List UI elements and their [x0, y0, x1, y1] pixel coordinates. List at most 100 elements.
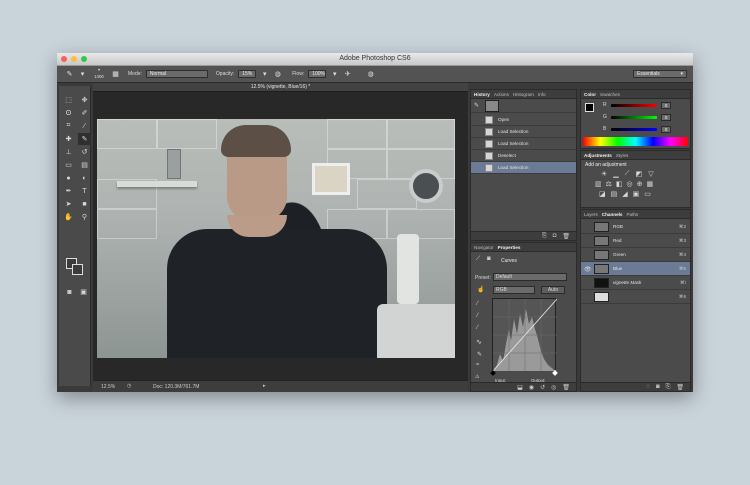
tab-styles[interactable]: Styles [616, 151, 629, 159]
airbrush-icon[interactable]: ✈ [343, 70, 352, 79]
eyedropper-gray-icon[interactable]: ⁄ [477, 313, 478, 319]
tab-history[interactable]: History [474, 90, 490, 98]
brush-size-preset[interactable]: • 1400 [91, 68, 107, 80]
channel-row[interactable]: vignette Mask ⌘\ [581, 276, 690, 290]
color-balance-icon[interactable]: ⚖ [606, 180, 612, 188]
white-point-slider[interactable] [552, 370, 558, 376]
status-info-icon[interactable]: ◷ [127, 383, 131, 389]
posterize-icon[interactable]: ▤ [611, 190, 618, 198]
channel-mixer-icon[interactable]: ⊕ [637, 180, 643, 188]
path-selection-tool-icon[interactable]: ➤ [62, 198, 75, 210]
pen-tool-icon[interactable]: ✒ [62, 185, 75, 197]
healing-brush-tool-icon[interactable]: ✚ [62, 133, 75, 145]
history-item-selected[interactable]: Load Selection [471, 162, 576, 174]
b-value[interactable]: 0 [661, 126, 671, 133]
trash-icon[interactable]: 🗑 [562, 233, 570, 240]
history-brush-icon[interactable]: ✎ [474, 102, 479, 109]
quick-select-tool-icon[interactable]: ✐ [78, 107, 91, 119]
g-value[interactable]: 0 [661, 114, 671, 121]
load-selection-icon[interactable]: ◌ [646, 384, 650, 390]
color-lookup-icon[interactable]: ▦ [647, 180, 654, 188]
background-color-swatch[interactable] [72, 264, 83, 275]
save-selection-icon[interactable]: ◙ [656, 384, 660, 390]
brush-tool-icon[interactable]: ✎ [65, 70, 74, 79]
history-item[interactable]: Open [471, 114, 576, 126]
history-item[interactable]: Load Selection [471, 138, 576, 150]
preset-select[interactable]: Default [493, 273, 567, 281]
quick-mask-icon[interactable]: ◙ [63, 286, 76, 298]
flow-field[interactable]: 100% [308, 70, 327, 78]
blur-tool-icon[interactable]: ● [62, 172, 75, 184]
zoom-level[interactable]: 12.5% [101, 384, 115, 390]
brush-panel-icon[interactable]: ▦ [111, 70, 120, 79]
type-tool-icon[interactable]: T [78, 185, 91, 197]
zoom-tool-icon[interactable]: ⚲ [78, 211, 91, 223]
eyedropper-white-icon[interactable]: ⁄ [477, 325, 478, 331]
workspace-select[interactable]: Essentials ▾ [633, 70, 687, 78]
threshold-icon[interactable]: ◢ [622, 190, 627, 198]
eye-icon[interactable]: 👁 [584, 266, 592, 273]
tab-navigator[interactable]: Navigator [474, 243, 494, 251]
chevron-down-icon[interactable]: ▾ [260, 70, 269, 79]
status-menu-icon[interactable]: ▸ [263, 383, 266, 389]
hue-saturation-icon[interactable]: ▥ [595, 180, 602, 188]
tab-adjustments[interactable]: Adjustments [584, 151, 612, 159]
levels-icon[interactable]: ▁ [613, 170, 618, 178]
tab-histogram[interactable]: Histogram [513, 90, 534, 98]
trash-icon[interactable]: 🗑 [562, 384, 570, 391]
curves-adjust-icon[interactable]: ⟋ [625, 170, 630, 178]
foreground-swatch[interactable] [585, 103, 594, 112]
black-white-icon[interactable]: ◧ [616, 180, 623, 188]
target-adjust-icon[interactable]: ☝ [477, 286, 484, 293]
crop-tool-icon[interactable]: ⌗ [62, 120, 75, 132]
invert-icon[interactable]: ◪ [599, 190, 606, 198]
r-slider[interactable] [611, 104, 657, 107]
brush-tool-icon[interactable]: ✎ [78, 133, 91, 145]
eraser-tool-icon[interactable]: ▭ [62, 159, 75, 171]
gradient-tool-icon[interactable]: ▤ [78, 159, 91, 171]
clip-to-layer-icon[interactable]: ⬓ [517, 384, 523, 391]
tab-color[interactable]: Color [584, 90, 596, 98]
tab-info[interactable]: Info [538, 90, 546, 98]
dodge-tool-icon[interactable]: ◐ [78, 172, 91, 184]
screen-mode-icon[interactable]: ▣ [77, 286, 90, 298]
hand-tool-icon[interactable]: ✋ [62, 211, 75, 223]
smooth-icon[interactable]: ≈ [476, 362, 479, 368]
move-tool-icon[interactable]: ✥ [78, 94, 91, 106]
pressure-opacity-icon[interactable]: ◍ [273, 70, 282, 79]
channel-row[interactable]: ⌘6 [581, 290, 690, 304]
history-item[interactable]: Load Selection [471, 126, 576, 138]
camera-icon[interactable]: ◘ [553, 233, 557, 239]
tab-paths[interactable]: Paths [626, 210, 638, 218]
view-previous-icon[interactable]: ◉ [529, 384, 534, 391]
r-value[interactable]: 0 [661, 102, 671, 109]
lasso-tool-icon[interactable]: ʘ [62, 107, 75, 119]
channel-row[interactable]: Red ⌘3 [581, 234, 690, 248]
chevron-down-icon[interactable]: ▾ [330, 70, 339, 79]
clipping-warning-icon[interactable]: ⚠ [475, 374, 479, 380]
vibrance-icon[interactable]: ▽ [648, 170, 653, 178]
mask-icon[interactable]: ◙ [487, 256, 491, 262]
auto-button[interactable]: Auto [541, 286, 565, 294]
tab-actions[interactable]: Actions [494, 90, 509, 98]
brightness-icon[interactable]: ☀ [601, 170, 607, 178]
channel-row-selected[interactable]: 👁 Blue ⌘5 [581, 262, 690, 276]
marquee-tool-icon[interactable]: ⬚ [62, 94, 75, 106]
chevron-down-icon[interactable]: ▾ [78, 70, 87, 79]
mode-select[interactable]: Normal [145, 70, 208, 78]
new-document-icon[interactable]: ⎘ [542, 233, 547, 240]
history-brush-tool-icon[interactable]: ↺ [78, 146, 91, 158]
b-slider[interactable] [611, 128, 657, 131]
color-spectrum-ramp[interactable] [583, 137, 688, 146]
gradient-map-icon[interactable]: ▭ [644, 190, 651, 198]
tab-channels[interactable]: Channels [602, 210, 623, 218]
tab-properties[interactable]: Properties [498, 243, 521, 251]
exposure-icon[interactable]: ◩ [636, 170, 643, 178]
channel-row[interactable]: Green ⌘4 [581, 248, 690, 262]
opacity-field[interactable]: 15% [238, 70, 257, 78]
document-tab[interactable]: 12.5% (vignette, Blue/16) * [93, 83, 468, 92]
pressure-size-icon[interactable]: ◍ [366, 70, 375, 79]
tab-layers[interactable]: Layers [584, 210, 598, 218]
channel-row[interactable]: RGB ⌘2 [581, 220, 690, 234]
visibility-icon[interactable]: ◎ [551, 384, 556, 391]
